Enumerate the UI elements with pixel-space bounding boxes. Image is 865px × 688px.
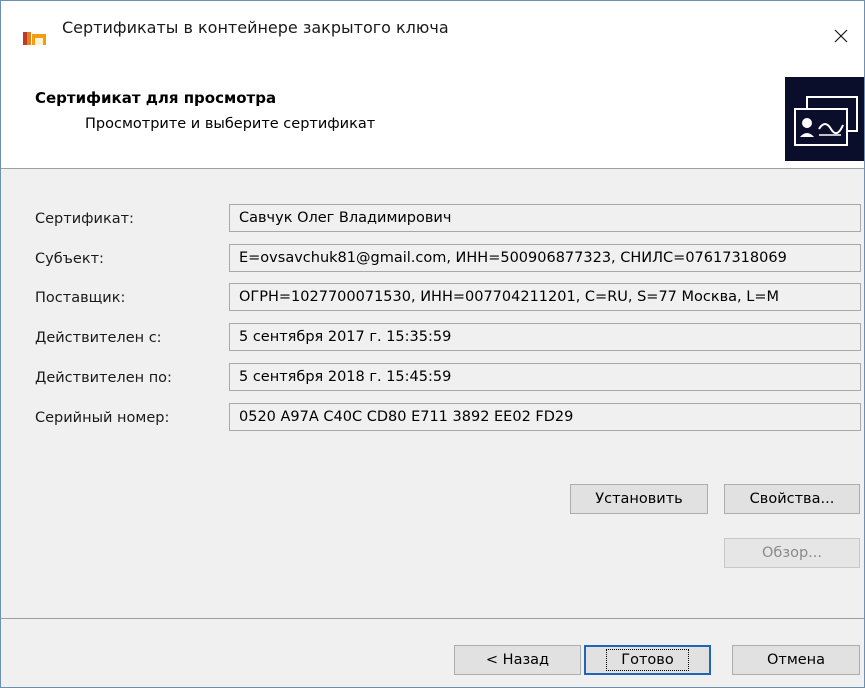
header-panel: Сертификат для просмотра Просмотрите и в… <box>1 45 864 169</box>
issuer-value: ОГРН=1027700071530, ИНН=007704211201, C=… <box>239 289 780 305</box>
certificate-icon <box>785 77 864 161</box>
certificate-value: Савчук Олег Владимирович <box>239 210 452 226</box>
serial-label: Серийный номер: <box>35 410 170 426</box>
finish-button[interactable]: Готово <box>584 645 711 675</box>
valid-from-field[interactable]: 5 сентября 2017 г. 15:35:59 <box>229 323 861 351</box>
certificate-label: Сертификат: <box>35 211 134 227</box>
subject-label: Субъект: <box>35 251 104 267</box>
subject-field[interactable]: E=ovsavchuk81@gmail.com, ИНН=50090687732… <box>229 244 861 272</box>
issuer-label: Поставщик: <box>35 290 126 306</box>
certificate-field[interactable]: Савчук Олег Владимирович <box>229 204 861 232</box>
valid-to-field[interactable]: 5 сентября 2018 г. 15:45:59 <box>229 363 861 391</box>
certificates-dialog: Сертификаты в контейнере закрытого ключа… <box>0 0 865 688</box>
properties-button[interactable]: Свойства... <box>724 484 860 514</box>
subject-value: E=ovsavchuk81@gmail.com, ИНН=50090687732… <box>239 250 787 266</box>
footer-divider <box>1 618 864 619</box>
valid-from-value: 5 сентября 2017 г. 15:35:59 <box>239 329 452 345</box>
close-icon <box>834 29 848 43</box>
valid-to-value: 5 сентября 2018 г. 15:45:59 <box>239 369 452 385</box>
page-title: Сертификат для просмотра <box>35 89 277 107</box>
serial-field[interactable]: 0520 A97A C40C CD80 E711 3892 EE02 FD29 <box>229 403 861 431</box>
valid-from-label: Действителен с: <box>35 330 162 346</box>
serial-value: 0520 A97A C40C CD80 E711 3892 EE02 FD29 <box>239 409 574 425</box>
page-subtitle: Просмотрите и выберите сертификат <box>85 116 376 132</box>
browse-button[interactable]: Обзор... <box>724 538 860 568</box>
finish-button-label: Готово <box>606 649 689 671</box>
back-button[interactable]: < Назад <box>454 645 581 675</box>
window-title: Сертификаты в контейнере закрытого ключа <box>62 18 449 37</box>
issuer-field[interactable]: ОГРН=1027700071530, ИНН=007704211201, C=… <box>229 283 861 311</box>
install-button[interactable]: Установить <box>570 484 708 514</box>
cancel-button[interactable]: Отмена <box>732 645 860 675</box>
valid-to-label: Действителен по: <box>35 370 172 386</box>
title-bar: Сертификаты в контейнере закрытого ключа <box>1 1 864 54</box>
